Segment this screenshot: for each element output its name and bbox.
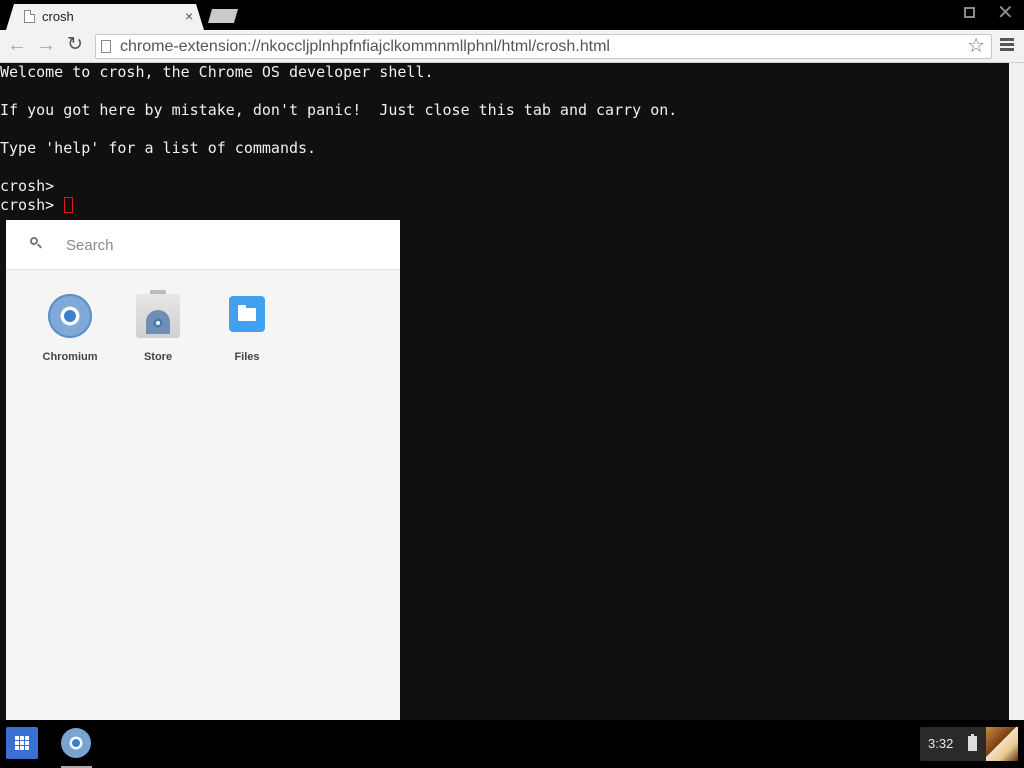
- new-tab-button[interactable]: [208, 9, 238, 23]
- shelf-chromium-icon[interactable]: [61, 728, 91, 758]
- page-icon: [101, 40, 111, 53]
- tab-crosh[interactable]: crosh ×: [6, 4, 204, 30]
- app-store[interactable]: Store: [118, 290, 198, 364]
- launcher-search-bar: [6, 220, 400, 270]
- page-icon: [24, 10, 35, 23]
- reload-icon: ↻: [67, 34, 83, 55]
- tab-close-button[interactable]: ×: [185, 8, 193, 24]
- terminal-line: If you got here by mistake, don't panic!…: [0, 101, 678, 119]
- clock: 3:32: [928, 736, 954, 751]
- app-chromium[interactable]: Chromium: [30, 292, 110, 364]
- search-icon: [30, 237, 42, 249]
- star-icon[interactable]: ☆: [967, 35, 985, 57]
- terminal-prompt-line[interactable]: crosh>: [0, 196, 74, 215]
- back-arrow-icon: ←: [7, 34, 27, 56]
- window-close-button[interactable]: ✕: [997, 2, 1014, 24]
- tab-strip: crosh × ✕: [0, 0, 1024, 30]
- maximize-button[interactable]: [964, 7, 975, 18]
- terminal-cursor: [64, 197, 74, 213]
- desktop: crosh × ✕ ← → ↻ chrome-extension://nkocc…: [0, 0, 1024, 768]
- menu-icon[interactable]: [1000, 38, 1014, 52]
- browser-toolbar: ← → ↻ chrome-extension://nkoccljplnhpfnf…: [0, 30, 1024, 63]
- files-icon: [229, 296, 265, 332]
- terminal-line: Type 'help' for a list of commands.: [0, 139, 317, 157]
- url-text[interactable]: chrome-extension://nkoccljplnhpfnfiajclk…: [120, 38, 610, 56]
- app-launcher-button[interactable]: [6, 727, 38, 759]
- forward-arrow-icon: →: [36, 34, 56, 56]
- forward-button[interactable]: →: [35, 34, 57, 56]
- terminal-scrollbar[interactable]: [1009, 63, 1024, 720]
- terminal-line: crosh>: [0, 177, 55, 195]
- avatar: [986, 727, 1018, 761]
- app-label: Chromium: [42, 351, 98, 363]
- tab-title: crosh: [42, 9, 74, 24]
- address-bar[interactable]: chrome-extension://nkoccljplnhpfnfiajclk…: [95, 34, 992, 59]
- prompt-text: crosh>: [0, 196, 64, 214]
- grid-icon: [15, 736, 29, 750]
- search-input[interactable]: [66, 235, 366, 255]
- app-label: Files: [234, 351, 260, 363]
- back-button[interactable]: ←: [6, 34, 28, 56]
- reload-button[interactable]: ↻: [64, 34, 86, 56]
- app-label: Store: [143, 351, 173, 363]
- status-tray[interactable]: 3:32: [920, 727, 1018, 761]
- battery-icon: [968, 734, 977, 751]
- app-launcher: Chromium Store Files: [6, 220, 400, 720]
- chromium-icon: [48, 294, 92, 338]
- terminal-line: Welcome to crosh, the Chrome OS develope…: [0, 63, 434, 81]
- shelf: 3:32: [0, 720, 1024, 768]
- app-files[interactable]: Files: [207, 292, 287, 364]
- store-icon: [136, 290, 180, 338]
